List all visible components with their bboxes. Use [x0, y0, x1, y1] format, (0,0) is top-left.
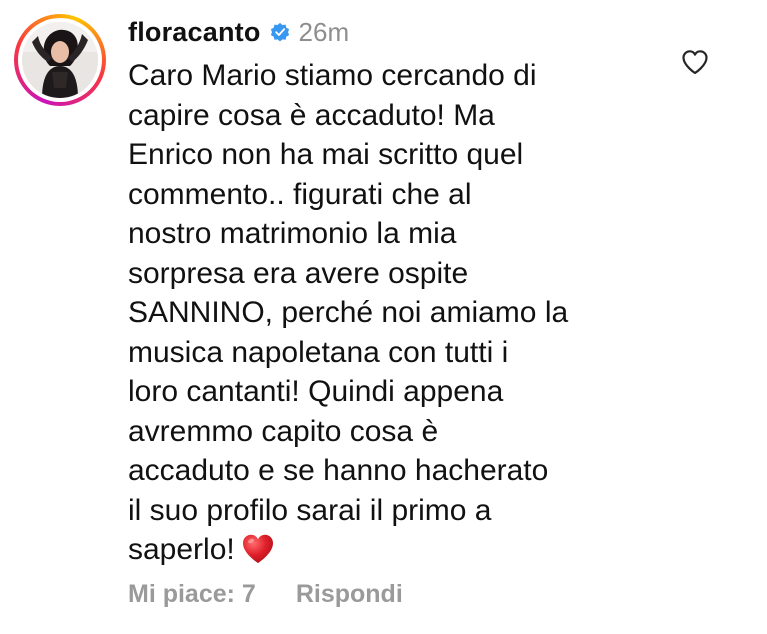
comment-item: floracanto 26m Caro Mario stiamo cercand…	[0, 0, 767, 634]
avatar-ring-gap	[18, 18, 102, 102]
comment-line: avremmo capito cosa è	[128, 414, 439, 448]
comment-line: commento.. figurati che al	[128, 177, 472, 211]
likes-count-link[interactable]: Mi piace: 7	[128, 580, 256, 609]
avatar[interactable]	[22, 22, 98, 98]
comment-line: Caro Mario stiamo cercando di	[128, 59, 537, 92]
avatar-story-ring[interactable]	[14, 14, 106, 106]
red-heart-emoji-icon	[241, 533, 275, 565]
comment-line: accaduto e se hanno hacherato	[128, 454, 549, 487]
comment-line-last: saperlo!	[128, 530, 688, 570]
comment-header: floracanto 26m	[128, 10, 349, 54]
comment-footer: Mi piace: 7 Rispondi	[128, 580, 403, 609]
comment-line: musica napoletana con tutti i	[128, 335, 509, 369]
comment-line: il suo profilo sarai il primo a	[128, 493, 492, 527]
comment-line: capire cosa è accaduto! Ma	[128, 98, 495, 132]
verified-badge-icon	[269, 21, 291, 43]
reply-button[interactable]: Rispondi	[296, 580, 403, 609]
comment-line: sorpresa era avere ospite	[128, 256, 469, 290]
username-link[interactable]: floracanto	[128, 17, 261, 48]
comment-line: loro cantanti! Quindi appena	[128, 375, 504, 408]
comment-line-text: saperlo!	[128, 533, 235, 566]
comment-line: Enrico non ha mai scritto quel	[128, 138, 524, 171]
comment-body: Caro Mario stiamo cercando di capire cos…	[128, 56, 688, 570]
timestamp: 26m	[298, 16, 350, 47]
comment-line: nostro matrimonio la mia	[128, 217, 457, 250]
avatar-photo	[22, 22, 98, 98]
comment-line: SANNINO, perché noi amiamo la	[128, 296, 569, 329]
